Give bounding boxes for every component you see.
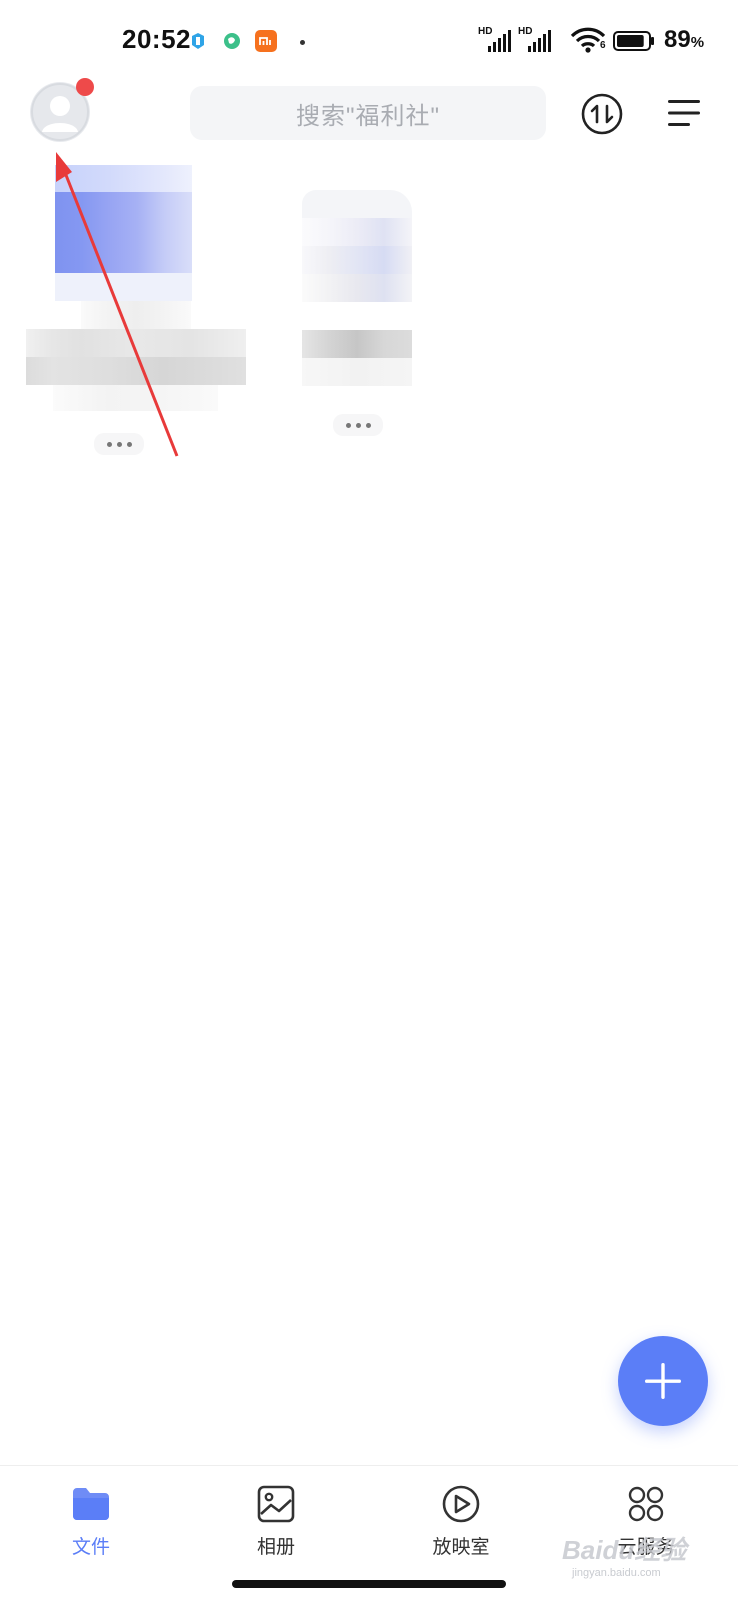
watermark-url: jingyan.baidu.com — [572, 1567, 661, 1579]
transfer-button[interactable] — [580, 92, 624, 136]
file-item-1[interactable] — [26, 165, 256, 465]
folder-icon — [73, 1488, 109, 1520]
more-options-button[interactable] — [333, 414, 383, 436]
signal-hd-label-2: HD — [518, 26, 533, 37]
plus-icon — [645, 1363, 681, 1399]
signal-hd-label-1: HD — [478, 26, 493, 37]
file-name-pixelated — [26, 301, 246, 411]
baidu-watermark: Baidu经验 jingyan.baidu.com — [562, 1530, 686, 1579]
search-placeholder: 搜索"福利社" — [295, 102, 441, 130]
tab-files[interactable]: 文件 — [31, 1484, 151, 1564]
wifi-6-label: 6 — [600, 40, 606, 51]
tab-album[interactable]: 相册 — [216, 1484, 336, 1564]
tab-screening-room[interactable]: 放映室 — [401, 1484, 521, 1564]
signal-icon-1: HD — [478, 26, 512, 54]
wifi-icon: 6 — [570, 26, 606, 54]
file-name-pixelated — [302, 330, 412, 386]
file-thumbnail-pixelated — [55, 165, 192, 301]
more-options-button[interactable] — [94, 433, 144, 455]
battery-percentage: 89% — [664, 26, 704, 54]
status-time: 20:52 — [122, 24, 191, 54]
tab-album-label: 相册 — [256, 1537, 295, 1558]
app-notification-icon — [188, 31, 208, 51]
battery-value: 89 — [664, 26, 691, 53]
tab-files-label: 文件 — [71, 1537, 110, 1558]
hamburger-menu-icon — [668, 100, 700, 126]
signal-icon-2: HD — [518, 26, 552, 54]
transfer-up-down-icon — [581, 93, 623, 135]
home-indicator[interactable] — [232, 1580, 506, 1588]
menu-button[interactable] — [666, 98, 702, 128]
grid-icon — [628, 1486, 664, 1522]
play-icon — [442, 1485, 480, 1523]
search-bar[interactable]: 搜索"福利社" — [190, 86, 546, 140]
status-bar: 20:52 HD HD 6 89% — [0, 0, 738, 80]
more-notifications-dot — [300, 40, 305, 45]
tab-screening-room-label: 放映室 — [432, 1537, 490, 1558]
album-icon — [257, 1485, 295, 1523]
mi-app-icon — [255, 30, 277, 52]
watermark-brand: Baidu经验 — [562, 1535, 687, 1565]
battery-unit: % — [690, 34, 705, 51]
battery-icon — [613, 31, 654, 51]
notification-badge — [76, 78, 94, 96]
file-thumbnail-pixelated — [302, 190, 412, 302]
add-button[interactable] — [618, 1336, 708, 1426]
browser-notification-icon — [222, 31, 242, 51]
file-item-2[interactable] — [300, 190, 440, 450]
